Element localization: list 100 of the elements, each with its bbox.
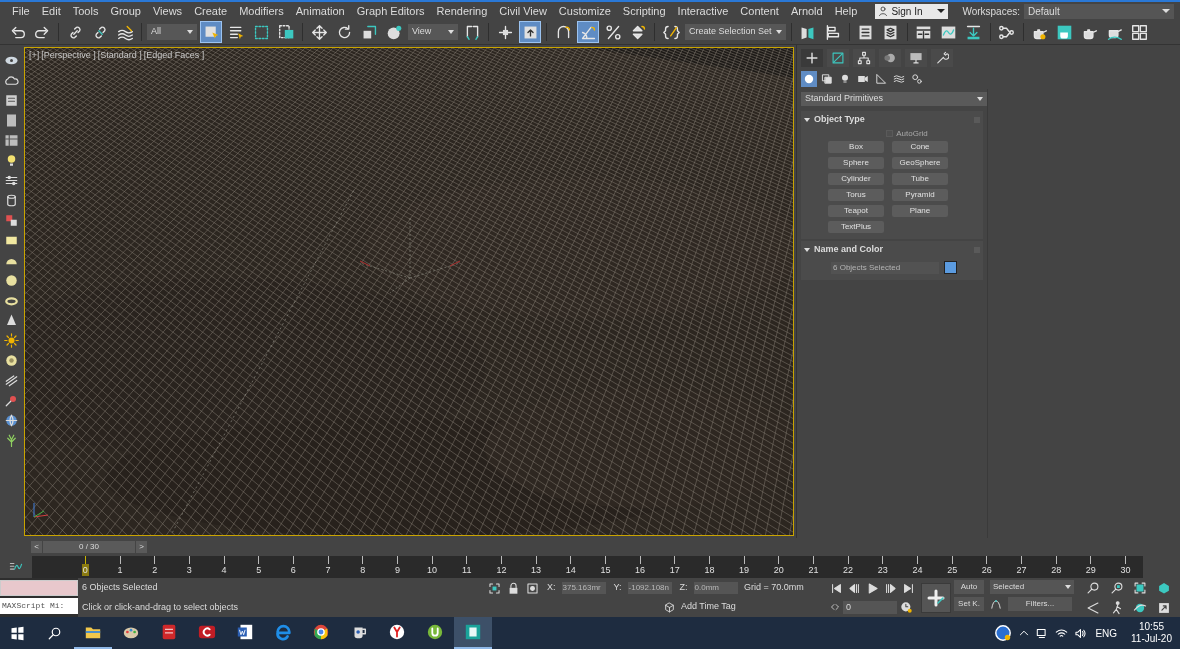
primitive-button[interactable]: GeoSphere — [892, 157, 948, 169]
isolate-icon[interactable] — [488, 581, 501, 595]
viewport-menu-label[interactable]: [Perspective ] — [41, 49, 96, 63]
primitive-button[interactable]: Cylinder — [828, 173, 884, 185]
primitive-button[interactable]: Teapot — [828, 205, 884, 217]
language-indicator[interactable]: ENG — [1095, 625, 1118, 641]
primitive-button[interactable]: Torus — [828, 189, 884, 201]
command-panel-tab[interactable] — [853, 49, 875, 67]
rollout-title[interactable]: Name and Color — [814, 243, 974, 257]
cubes-icon[interactable] — [3, 213, 19, 228]
toolbar-dropdown[interactable]: View — [408, 24, 458, 40]
command-panel-tab[interactable] — [879, 49, 901, 67]
sliders-icon[interactable] — [3, 173, 19, 188]
toolbar-button[interactable] — [519, 21, 541, 43]
go-to-end-icon[interactable] — [901, 581, 915, 595]
object-category-button[interactable] — [909, 71, 925, 87]
key-mode-icon[interactable] — [830, 602, 840, 612]
sign-in-dropdown[interactable]: Sign In — [875, 3, 949, 19]
command-panel-tab[interactable] — [827, 49, 849, 67]
zoom-extents-icon[interactable] — [1133, 581, 1147, 595]
next-key-icon[interactable] — [883, 581, 897, 595]
panel-icon[interactable] — [3, 93, 19, 108]
zoom-extents-all-icon[interactable] — [1156, 581, 1171, 595]
object-category-button[interactable] — [801, 71, 817, 87]
primitive-button[interactable]: TextPlus — [828, 221, 884, 233]
field-of-view-icon[interactable] — [1086, 601, 1100, 615]
object-category-button[interactable] — [819, 71, 835, 87]
taskbar-app-button[interactable] — [454, 617, 492, 649]
object-category-button[interactable] — [873, 71, 889, 87]
frame-field[interactable]: 0 — [843, 600, 897, 614]
menu-item[interactable]: Group — [104, 3, 147, 19]
object-name-field[interactable]: 6 Objects Selected — [831, 261, 939, 274]
menu-item[interactable]: Graph Editors — [350, 3, 431, 19]
help-icon[interactable] — [994, 624, 1013, 642]
key-tangent-icon[interactable] — [990, 598, 1002, 610]
listener-input[interactable] — [0, 580, 78, 596]
set-key-mode-button[interactable]: Set K. — [954, 597, 984, 611]
maximize-icon[interactable] — [1156, 601, 1171, 615]
search-icon[interactable] — [46, 625, 62, 641]
collapse-arrow-icon[interactable] — [804, 248, 810, 252]
menu-item[interactable]: Modifiers — [233, 3, 290, 19]
next-frame-button[interactable]: > — [136, 541, 147, 553]
viewport-frame[interactable]: [+] [Perspective ] [Standard ] [Edged Faces ] — [24, 47, 794, 536]
command-panel-tab[interactable] — [905, 49, 927, 67]
volume-icon[interactable] — [1074, 626, 1088, 640]
primitive-button[interactable]: Tube — [892, 173, 948, 185]
category-dropdown[interactable]: Standard Primitives — [801, 92, 987, 106]
toolbar-dropdown[interactable]: Create Selection Set — [685, 24, 786, 40]
auto-key-button[interactable]: Auto — [954, 580, 984, 594]
menu-item[interactable]: Help — [828, 3, 864, 19]
zoom-all-icon[interactable] — [1109, 581, 1124, 595]
cloud-icon[interactable] — [3, 73, 19, 88]
menu-item[interactable]: Tools — [66, 3, 105, 19]
menu-item[interactable]: Animation — [289, 3, 351, 19]
viewport-menu-label[interactable]: [+] — [29, 49, 40, 63]
disc-icon[interactable] — [3, 353, 19, 368]
grid-panel-icon[interactable] — [3, 133, 19, 148]
key-filters-button[interactable]: Filters... — [1008, 597, 1072, 611]
primitive-button[interactable]: Cone — [892, 141, 948, 153]
primitive-button[interactable]: Box — [828, 141, 884, 153]
previous-key-icon[interactable] — [847, 581, 861, 595]
sphere-icon[interactable] — [3, 273, 19, 288]
command-panel-tab[interactable] — [801, 49, 823, 67]
menu-item[interactable]: Create — [188, 3, 234, 19]
toolbar-dropdown[interactable]: All — [147, 24, 197, 40]
menu-item[interactable]: Civil View — [493, 3, 553, 19]
menu-item[interactable]: Interactive — [671, 3, 735, 19]
pin-icon[interactable] — [3, 393, 19, 408]
menu-item[interactable]: Arnold — [784, 3, 829, 19]
viewport-menu-label[interactable]: [Standard ] — [97, 49, 142, 63]
primitive-button[interactable]: Plane — [892, 205, 948, 217]
clock[interactable]: 10:55 11-Jul-20 — [1131, 621, 1172, 645]
menu-item[interactable]: Customize — [552, 3, 617, 19]
color-swatch[interactable] — [944, 261, 957, 274]
workspaces-dropdown[interactable]: Default — [1024, 3, 1174, 19]
track-bar[interactable]: 0 1 2 3 4 5 6 7 8 9 10 11 12 13 14 15 16 17 18 19 20 21 22 23 24 25 26 27 28 29 30 — [32, 556, 1143, 578]
add-time-tag-link[interactable]: Add Time Tag — [681, 600, 736, 614]
viewport-menu-label[interactable]: [Edged Faces ] — [143, 49, 205, 63]
previous-frame-button[interactable]: < — [31, 541, 42, 553]
command-panel-tab[interactable] — [931, 49, 953, 67]
menu-item[interactable]: File — [6, 3, 36, 19]
collapse-arrow-icon[interactable] — [804, 118, 810, 122]
wifi-icon[interactable] — [1055, 626, 1069, 640]
windows-start-icon[interactable] — [9, 625, 25, 641]
primitive-button[interactable]: Sphere — [828, 157, 884, 169]
lock-icon[interactable] — [507, 581, 520, 595]
menu-item[interactable]: Edit — [35, 3, 67, 19]
zoom-icon[interactable] — [1086, 581, 1100, 595]
coordinate-field[interactable]: 375.163mr — [561, 582, 606, 594]
globe-icon[interactable] — [3, 413, 19, 428]
go-to-start-icon[interactable] — [829, 581, 843, 595]
set-key-button[interactable] — [921, 582, 951, 613]
time-slider-thumb[interactable]: 0 / 30 — [43, 541, 135, 553]
time-config-icon[interactable] — [900, 600, 913, 614]
key-filter-dropdown[interactable]: Selected — [990, 580, 1074, 594]
menu-item[interactable]: Rendering — [430, 3, 494, 19]
menu-item[interactable]: Content — [734, 3, 785, 19]
orbit-icon[interactable] — [1133, 601, 1147, 615]
coordinate-field[interactable]: -1092.108n — [627, 582, 672, 594]
menu-item[interactable]: Views — [146, 3, 189, 19]
